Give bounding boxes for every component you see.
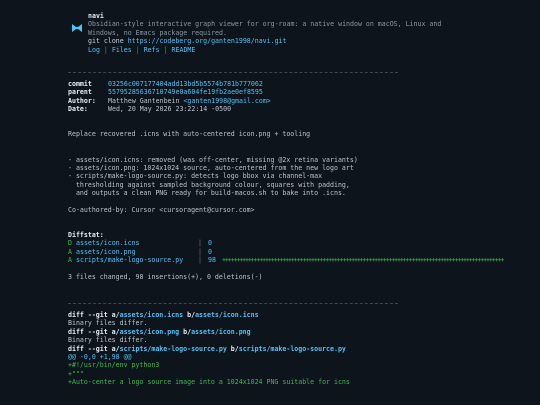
commit-body-line: thresholding against sampled background … [68, 180, 350, 189]
diff-header: diff --git a/assets/icon.png b/assets/ic… [68, 328, 538, 336]
author-label: Author: [68, 96, 96, 105]
coauthor-line: Co-authored-by: Cursor <cursoragent@curs… [68, 205, 255, 214]
diffstat-row: Ascripts/make-logo-source.py | 98 +++++++++… [68, 256, 538, 264]
diff-mid: b/ [183, 311, 196, 319]
diffstat-file[interactable]: assets/icon.icns [76, 239, 198, 247]
nav-files[interactable]: Files [112, 46, 132, 54]
commit-subject: Replace recovered .icns with auto-center… [68, 130, 311, 139]
diffstat-label: Diffstat: [68, 231, 104, 240]
diff-header: diff --git a/scripts/make-logo-source.py… [68, 345, 538, 353]
commit-body-line: and outputs a clean PNG ready for build-… [68, 189, 346, 198]
commit-body-line: - assets/icon.icns: removed (was off-cen… [68, 155, 358, 164]
date-label: Date: [68, 105, 88, 114]
clone-prefix: git clone [88, 37, 128, 46]
bowtie-logo-icon [72, 24, 82, 32]
diff-mid: b/ [179, 327, 192, 336]
clone-command: git clone https://codeberg.org/ganten199… [88, 37, 488, 45]
diffstat-flag: D [68, 239, 72, 248]
author-row: Author: Matthew Gantenbein <ganten1998@gm… [68, 97, 538, 105]
diffstat-file[interactable]: scripts/make-logo-source.py [76, 256, 198, 264]
diff-file-b[interactable]: assets/icon.icns [195, 311, 259, 319]
author-name: Matthew Gantenbein [108, 96, 184, 105]
diff-prefix: diff --git a/ [68, 327, 120, 336]
diffstat-bar: ++++++++++++++++++++++++++++++++++++++++… [222, 256, 504, 265]
commit-page: navi Obsidian-style interactive graph vi… [0, 0, 540, 405]
clone-url[interactable]: https://codeberg.org/ganten1998/navi.git [128, 37, 287, 45]
diff-note: Binary files differ. [68, 336, 148, 345]
diff-file-b[interactable]: scripts/make-logo-source.py [239, 345, 346, 353]
diffstat-table: Dassets/icon.icns | 0 Aassets/icon.png | 0 A… [68, 239, 538, 264]
header-divider [68, 72, 398, 73]
diff-content: diff --git a/assets/icon.icns b/assets/i… [68, 311, 538, 387]
added-line: +#!/usr/bin/env python3 [68, 361, 160, 370]
repo-nav: Log | Files | Refs | README [88, 46, 488, 54]
date-row: Date: Wed, 20 May 2026 23:22:14 -0500 [68, 105, 538, 113]
nav-readme[interactable]: README [172, 46, 196, 54]
commit-body-line: - assets/icon.png: 1024x1024 source, aut… [68, 163, 354, 172]
diff-divider [68, 303, 398, 304]
diffstat-num: 0 [208, 239, 212, 248]
diff-note: Binary files differ. [68, 319, 148, 328]
repo-name[interactable]: navi [88, 12, 488, 20]
nav-separator: | [103, 45, 108, 54]
commit-hash[interactable]: 03256c007177404add13bd5b5574b781b777062 [108, 80, 263, 88]
hunk-header: @@ -0,0 +1,98 @@ [68, 352, 132, 361]
date-value: Wed, 20 May 2026 23:22:14 -0500 [108, 105, 232, 114]
diffstat-summary: 3 files changed, 98 insertions(+), 0 del… [68, 272, 263, 281]
diffstat-sep: | [198, 256, 202, 265]
commit-body-line: - scripts/make-logo-source.py: detects l… [68, 172, 323, 181]
diff-file-b[interactable]: assets/icon.png [191, 328, 251, 336]
nav-log[interactable]: Log [88, 46, 100, 54]
diffstat-sep: | [198, 247, 202, 256]
commit-label: commit [68, 80, 92, 88]
nav-refs[interactable]: Refs [144, 46, 160, 54]
nav-separator: | [135, 45, 140, 54]
diff-header: diff --git a/assets/icon.icns b/assets/i… [68, 311, 538, 319]
commit-content: commit 03256c007177404add13bd5b5574b781b7… [68, 80, 538, 281]
diffstat-flag: A [68, 247, 72, 256]
diffstat-row: Aassets/icon.png | 0 [68, 248, 538, 256]
diff-prefix: diff --git a/ [68, 311, 120, 319]
parent-row: parent 55795285636710749e0a604fe19fb2ae0e… [68, 88, 538, 96]
author-email[interactable]: <ganten1998@gmail.com> [183, 97, 270, 105]
diffstat-file[interactable]: assets/icon.png [76, 248, 198, 256]
parent-label: parent [68, 88, 92, 97]
diff-file-a[interactable]: assets/icon.png [120, 328, 180, 336]
added-line: +Auto-center a logo source image into a … [68, 378, 350, 387]
diffstat-flag: A [68, 256, 72, 265]
repo-header: navi Obsidian-style interactive graph vi… [88, 12, 488, 54]
diffstat-row: Dassets/icon.icns | 0 [68, 239, 538, 247]
nav-separator: | [163, 45, 168, 54]
diff-mid: b/ [226, 344, 239, 353]
diff-file-a[interactable]: assets/icon.icns [120, 311, 184, 319]
commit-row: commit 03256c007177404add13bd5b5574b781b7… [68, 80, 538, 88]
added-line: +""" [68, 369, 84, 378]
diff-file-a[interactable]: scripts/make-logo-source.py [120, 345, 227, 353]
repo-description-line1: Obsidian-style interactive graph viewer … [88, 20, 442, 29]
parent-hash[interactable]: 55795285636710749e0a604fe19fb2ae0ef8595 [108, 88, 263, 96]
diff-prefix: diff --git a/ [68, 344, 120, 353]
diffstat-num: 98 [208, 256, 216, 265]
diffstat-sep: | [198, 239, 202, 248]
diffstat-num: 0 [208, 247, 212, 256]
repo-description-line2: Windows, no Emacs package required. [88, 28, 227, 37]
